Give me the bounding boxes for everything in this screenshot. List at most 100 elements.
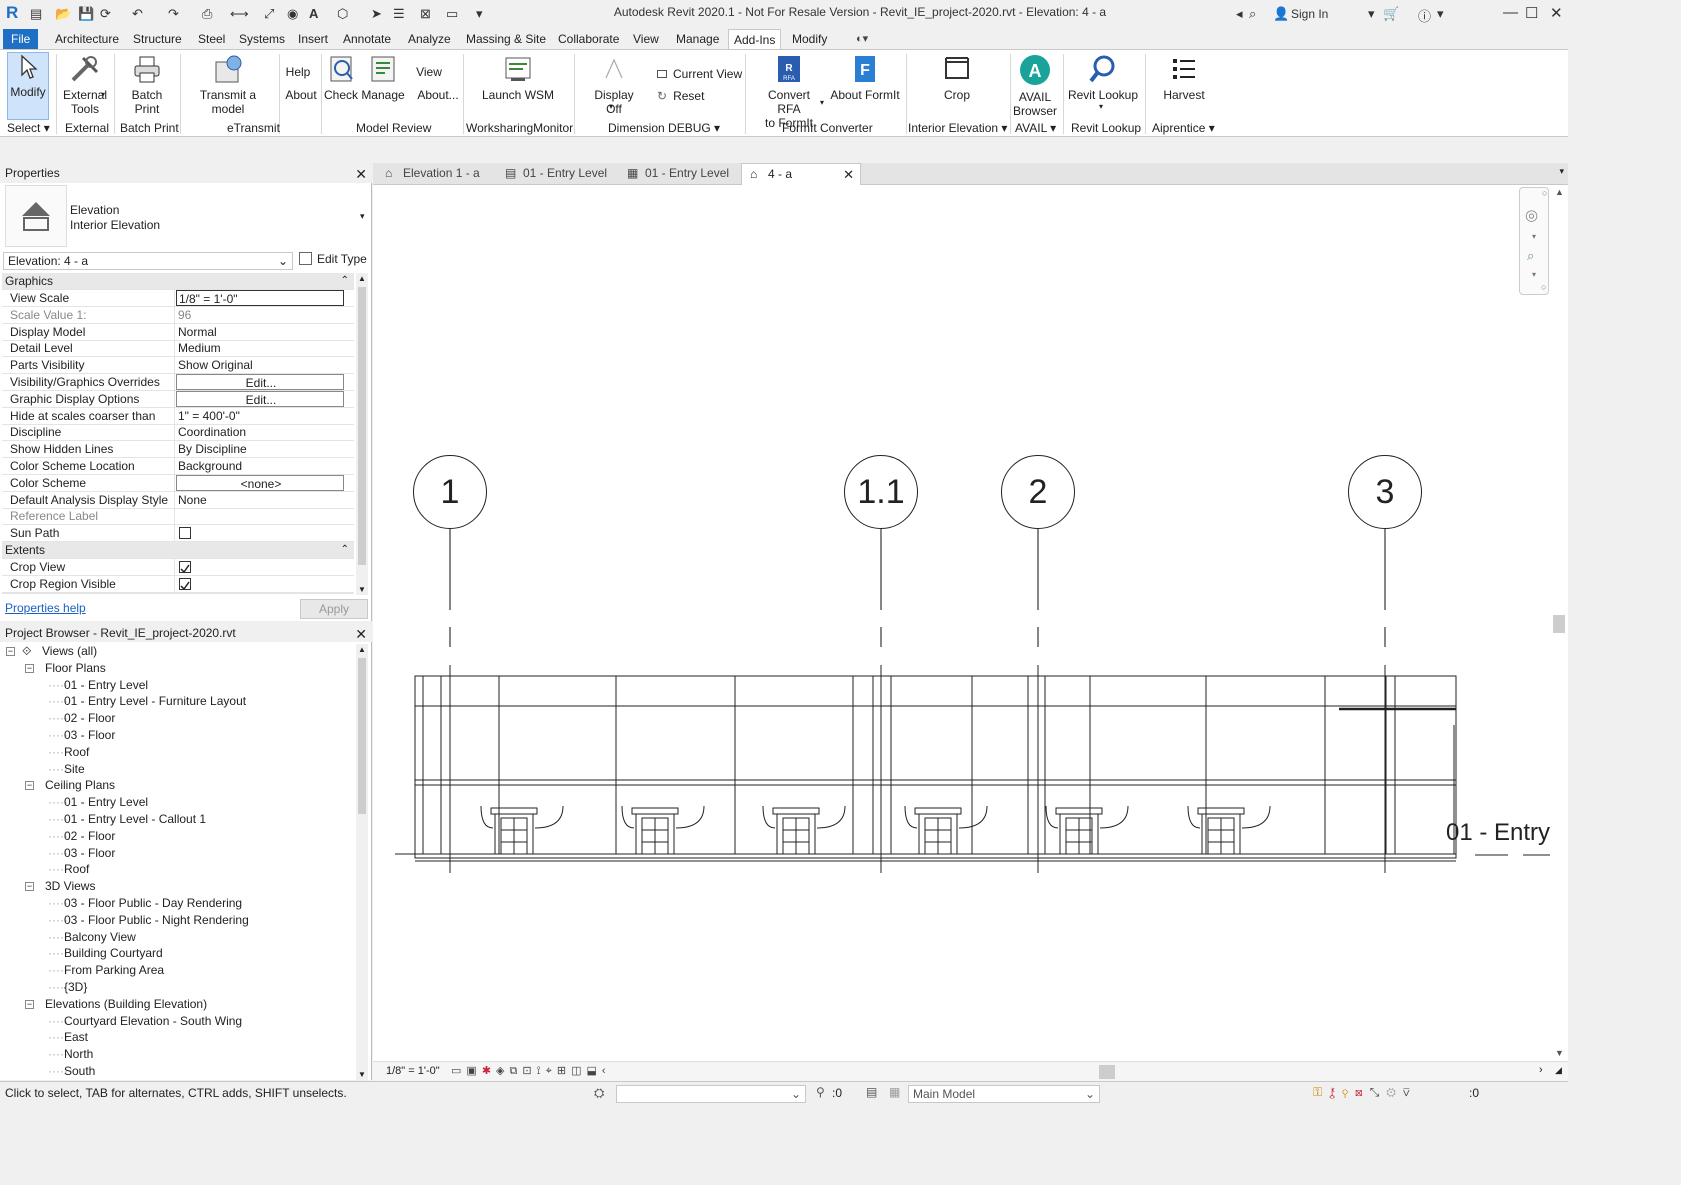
display-off-dropdown-icon[interactable]: ▾ bbox=[609, 102, 613, 111]
tab-file[interactable]: File bbox=[3, 29, 39, 49]
instance-selector[interactable]: Elevation: 4 - a ⌄ bbox=[3, 252, 293, 270]
tree-collapse-toggle[interactable]: − bbox=[25, 882, 34, 892]
prop-value[interactable]: Edit... bbox=[176, 374, 344, 390]
prop-value[interactable]: Medium bbox=[176, 340, 344, 356]
tab-analyze[interactable]: Analyze bbox=[403, 29, 456, 49]
view-button[interactable]: View bbox=[414, 65, 444, 79]
tree-item[interactable]: Roof bbox=[64, 744, 89, 760]
prop-value[interactable]: Edit... bbox=[176, 390, 344, 407]
external-tools-button[interactable]: External Tools bbox=[60, 54, 110, 116]
select-by-face-icon[interactable]: ⊠ bbox=[1355, 1085, 1370, 1099]
tree-item[interactable]: North bbox=[64, 1046, 93, 1062]
tree-item[interactable]: Courtyard Elevation - South Wing bbox=[64, 1013, 242, 1029]
help-dropdown-icon[interactable]: ▾ bbox=[1437, 6, 1444, 22]
infocenter-expand-icon[interactable]: ◂ bbox=[1236, 6, 1243, 22]
tab-view[interactable]: View bbox=[628, 29, 664, 49]
sun-path-icon[interactable]: ✱ bbox=[482, 1065, 496, 1077]
panel-interior-elevation[interactable]: Interior Elevation ▾ bbox=[908, 121, 1007, 135]
zoom-region-icon[interactable]: ⌕ bbox=[1527, 248, 1534, 264]
user-icon[interactable]: 👤 bbox=[1273, 6, 1289, 22]
filter-icon[interactable]: ⊽ bbox=[1403, 1085, 1417, 1099]
display-off-button[interactable]: Display Off bbox=[585, 54, 643, 116]
tab-elevation-1-a[interactable]: ⌂ Elevation 1 - a bbox=[377, 163, 495, 185]
tab-list-dropdown-icon[interactable]: ▾ bbox=[1559, 166, 1564, 177]
sign-in-link[interactable]: Sign In bbox=[1291, 7, 1328, 21]
tree-group[interactable]: Elevations (Building Elevation) bbox=[45, 996, 207, 1012]
manage-button[interactable]: Manage bbox=[360, 54, 406, 102]
minimize-button[interactable]: — bbox=[1503, 4, 1518, 21]
scroll-down-icon[interactable]: ▼ bbox=[358, 585, 366, 594]
apply-button[interactable]: Apply bbox=[300, 599, 368, 619]
properties-scrollbar[interactable]: ▲ ▼ bbox=[356, 273, 368, 595]
tree-collapse-toggle[interactable]: − bbox=[25, 999, 34, 1009]
crop-view-icon[interactable]: ⧉ bbox=[510, 1065, 523, 1077]
analytical-model-icon[interactable]: ⬓ bbox=[587, 1065, 602, 1077]
tab-01-entry-level[interactable]: ▤ 01 - Entry Level bbox=[497, 163, 617, 185]
panel-aiprentice[interactable]: Aiprentice ▾ bbox=[1152, 121, 1215, 135]
tab-steel[interactable]: Steel bbox=[193, 29, 230, 49]
tree-item[interactable]: East bbox=[64, 1029, 88, 1045]
about-model-review-button[interactable]: About... bbox=[414, 88, 462, 102]
workset-dropdown[interactable]: ⌄ bbox=[616, 1085, 806, 1103]
scroll-down-icon[interactable]: ▼ bbox=[358, 1070, 366, 1079]
avail-browser-button[interactable]: A AVAIL Browser bbox=[1013, 54, 1057, 118]
worksets-icon[interactable]: ⛭ bbox=[594, 1085, 604, 1101]
prop-value[interactable]: Coordination bbox=[176, 424, 344, 440]
grid-bubble-2[interactable]: 2 bbox=[1001, 455, 1075, 529]
binoculars-icon[interactable]: ⌕ bbox=[1249, 6, 1256, 22]
canvas-scroll-down-icon[interactable]: ▼ bbox=[1555, 1048, 1564, 1058]
worksharing-display-icon[interactable]: ◫ bbox=[571, 1065, 586, 1077]
tree-item[interactable]: Balcony View bbox=[64, 929, 136, 945]
tree-item[interactable]: 01 - Entry Level bbox=[64, 677, 148, 693]
crop-region-visible-checkbox[interactable] bbox=[179, 578, 191, 591]
tree-item[interactable]: 01 - Entry Level - Furniture Layout bbox=[64, 693, 246, 709]
tab-insert[interactable]: Insert bbox=[293, 29, 333, 49]
canvas-vscroll-thumb[interactable] bbox=[1553, 615, 1565, 633]
tree-group[interactable]: Ceiling Plans bbox=[45, 777, 115, 793]
maximize-button[interactable]: ☐ bbox=[1525, 4, 1538, 22]
scroll-up-icon[interactable]: ▲ bbox=[358, 274, 366, 283]
tab-annotate[interactable]: Annotate bbox=[338, 29, 396, 49]
tab-modify[interactable]: Modify bbox=[787, 29, 832, 49]
tree-item[interactable]: Building Courtyard bbox=[64, 945, 163, 961]
launch-wsm-button[interactable]: Launch WSM bbox=[480, 54, 556, 102]
tree-item[interactable]: 03 - Floor Public - Night Rendering bbox=[64, 912, 249, 928]
batch-print-button[interactable]: Batch Print bbox=[118, 54, 176, 116]
crop-view-checkbox[interactable] bbox=[179, 561, 191, 574]
harvest-button[interactable]: Harvest bbox=[1160, 54, 1208, 102]
tab-4-a[interactable]: ⌂ 4 - a ✕ bbox=[741, 163, 861, 185]
prop-value[interactable]: 1" = 400'-0" bbox=[176, 408, 344, 424]
help-icon[interactable]: ⓘ bbox=[1418, 6, 1431, 25]
shadows-icon[interactable]: ◈ bbox=[496, 1065, 509, 1077]
design-options-icon[interactable]: ▤ bbox=[866, 1085, 877, 1099]
panel-dimension-debug[interactable]: Dimension DEBUG ▾ bbox=[608, 121, 720, 135]
tab-massing-site[interactable]: Massing & Site bbox=[461, 29, 551, 49]
browser-scrollbar[interactable]: ▲ ▼ bbox=[356, 644, 368, 1080]
section-graphics[interactable]: Graphics ⌃ bbox=[2, 273, 354, 290]
level-label[interactable]: 01 - Entry bbox=[1446, 819, 1550, 847]
tab-architecture[interactable]: Architecture bbox=[50, 29, 124, 49]
visual-style-icon[interactable]: ▣ bbox=[466, 1065, 481, 1077]
edit-type-button[interactable]: Edit Type bbox=[299, 252, 367, 266]
tab-systems[interactable]: Systems bbox=[234, 29, 290, 49]
tree-collapse-toggle[interactable]: − bbox=[25, 663, 34, 673]
editable-only-icon[interactable]: ⚲ bbox=[816, 1085, 825, 1099]
tab-structure[interactable]: Structure bbox=[128, 29, 187, 49]
about-button[interactable]: About bbox=[283, 88, 319, 102]
external-dropdown-icon[interactable]: ▾ bbox=[101, 90, 105, 99]
about-formit-button[interactable]: F About FormIt bbox=[829, 54, 901, 102]
tree-item[interactable]: 02 - Floor bbox=[64, 828, 115, 844]
prop-value[interactable]: Normal bbox=[176, 324, 344, 340]
prop-value[interactable]: Background bbox=[176, 458, 344, 474]
scroll-right-icon[interactable]: › bbox=[1539, 1064, 1543, 1076]
steering-wheel-icon[interactable]: ◎ bbox=[1525, 206, 1538, 224]
grid-bubble-3[interactable]: 3 bbox=[1348, 455, 1422, 529]
revit-lookup-button[interactable]: Revit Lookup bbox=[1066, 54, 1140, 102]
design-option-dropdown[interactable]: Main Model ⌄ bbox=[908, 1085, 1100, 1103]
prop-value[interactable]: <none> bbox=[176, 474, 344, 491]
zoom-dropdown-icon[interactable]: ▾ bbox=[1532, 270, 1536, 279]
convert-rfa-button[interactable]: R RFA Convert RFA to FormIt bbox=[755, 54, 823, 130]
tree-item[interactable]: {3D} bbox=[64, 979, 87, 995]
exclude-options-icon[interactable]: ▦ bbox=[889, 1085, 900, 1099]
tree-item[interactable]: 03 - Floor bbox=[64, 727, 115, 743]
